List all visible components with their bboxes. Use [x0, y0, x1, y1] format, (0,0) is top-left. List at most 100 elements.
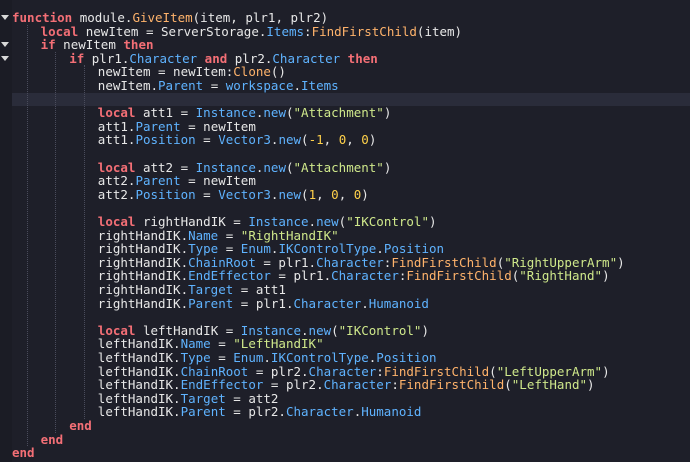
function-token: FindFirstChild	[406, 268, 512, 284]
identifier-token: )	[383, 159, 392, 175]
current-line-highlight	[12, 92, 690, 107]
fold-arrow-icon[interactable]	[1, 15, 9, 20]
property-token: new	[263, 105, 286, 121]
indent-guide	[83, 65, 85, 419]
indent-guide	[26, 24, 28, 447]
code-line[interactable]: rightHandIK.Name = "RightHandIK"	[98, 228, 339, 243]
identifier-token: (	[285, 105, 294, 121]
property-token: new	[263, 159, 286, 175]
property-token: Character	[323, 377, 392, 393]
code-line[interactable]: att1.Parent = newItem	[98, 119, 256, 134]
code-line[interactable]: newItem.Parent = workspace.Items	[98, 79, 339, 93]
code-line[interactable]: if plr1.Character and plr2.Character the…	[69, 50, 378, 66]
keyword-token: if	[40, 37, 56, 53]
identifier-token: =	[195, 186, 219, 202]
identifier-token	[340, 51, 348, 66]
identifier-token: .	[293, 78, 302, 93]
code-line[interactable]: end	[41, 432, 64, 447]
code-line[interactable]: leftHandIK.Name = "LeftHandIK"	[98, 337, 324, 351]
identifier-token: = plr1.	[233, 295, 294, 311]
fold-arrow-icon[interactable]	[1, 42, 9, 48]
string-token: "IKControl"	[338, 322, 422, 338]
code-editor[interactable]: function module.GiveItem(item, plr1, plr…	[0, 0, 690, 462]
identifier-token: )	[428, 214, 437, 229]
identifier-token: (	[504, 377, 512, 393]
string-token: "IKControl"	[346, 214, 429, 229]
identifier-token: att2.	[97, 186, 136, 202]
property-token: new	[278, 132, 302, 148]
identifier-token: =	[195, 132, 219, 148]
identifier-token: )	[383, 105, 392, 121]
code-line[interactable]: att2.Parent = newItem	[98, 174, 256, 188]
code-line[interactable]: leftHandIK.Parent = plr2.Character.Human…	[98, 405, 422, 419]
string-token: "Attachment"	[293, 159, 384, 175]
identifier-token: (item)	[416, 23, 463, 39]
property-token: workspace	[225, 78, 294, 93]
function-token: FindFirstChild	[398, 377, 505, 393]
code-line[interactable]: local att2 = Instance.new("Attachment")	[98, 159, 392, 175]
code-line[interactable]: local newItem = ServerStorage.Items:Find…	[41, 23, 463, 39]
property-token: new	[278, 186, 302, 202]
code-line[interactable]: end	[69, 419, 92, 433]
identifier-token: (	[285, 159, 294, 175]
identifier-token: (	[301, 132, 309, 148]
property-token: Parent	[158, 78, 204, 93]
code-line[interactable]: leftHandIK.Target = att2	[98, 391, 279, 406]
code-line[interactable]: local rightHandIK = Instance.new("IKCont…	[98, 215, 437, 229]
code-line[interactable]: att2.Position = Vector3.new(1, 0, 0)	[97, 186, 369, 202]
string-token: "Attachment"	[293, 105, 384, 121]
function-token: FindFirstChild	[311, 23, 417, 39]
property-token: Humanoid	[361, 404, 422, 420]
identifier-token: )	[602, 268, 610, 284]
code-line[interactable]: end	[12, 446, 35, 460]
identifier-token: )	[587, 377, 595, 393]
identifier-token: )	[602, 363, 610, 379]
number-token: 1	[308, 186, 317, 202]
identifier-token: ,	[338, 186, 354, 202]
string-token: "RightHand"	[519, 268, 603, 284]
identifier-token: ,	[346, 132, 362, 148]
code-line[interactable]: leftHandIK.EndEffector = plr2.Character:…	[98, 378, 595, 392]
identifier-token: )	[368, 132, 377, 148]
code-line[interactable]: local att1 = Instance.new("Attachment")	[98, 106, 392, 120]
identifier-token: ,	[316, 186, 332, 202]
code-line[interactable]: function module.GiveItem(item, plr1, plr…	[12, 11, 328, 25]
code-line[interactable]: att1.Position = Vector3.new(-1, 0, 0)	[98, 133, 377, 147]
code-line[interactable]: rightHandIK.ChainRoot = plr1.Character:F…	[98, 255, 625, 270]
property-token: Items	[301, 78, 339, 93]
identifier-token: leftHandIK.	[97, 404, 181, 420]
code-line[interactable]: newItem = newItem:Clone()	[98, 65, 286, 79]
number-token: -1	[308, 132, 324, 148]
code-line[interactable]: leftHandIK.ChainRoot = plr2.Character:Fi…	[98, 363, 610, 379]
code-line[interactable]: rightHandIK.Parent = plr1.Character.Huma…	[97, 295, 429, 311]
fold-arrow-icon[interactable]	[1, 55, 9, 61]
string-token: "LeftHand"	[511, 377, 588, 393]
identifier-token: rightHandIK.	[97, 295, 189, 311]
property-token: Items	[266, 23, 305, 39]
number-token: 0	[331, 186, 339, 202]
code-line[interactable]: rightHandIK.Target = att1	[98, 283, 286, 297]
identifier-token: .	[361, 295, 369, 311]
property-token: Humanoid	[368, 295, 429, 311]
keyword-token: end	[69, 418, 92, 433]
code-line[interactable]: local leftHandIK = Instance.new("IKContr…	[98, 322, 429, 338]
identifier-token: ,	[323, 132, 339, 148]
identifier-token: (	[301, 186, 309, 202]
identifier-token: (	[331, 322, 339, 338]
keyword-token: then	[347, 50, 378, 66]
property-token: Vector3	[218, 186, 271, 202]
code-line[interactable]: if newItem then	[41, 38, 154, 52]
property-token: Parent	[180, 404, 226, 420]
identifier-token: =	[203, 78, 226, 93]
indent-guide	[55, 51, 57, 433]
code-line[interactable]: leftHandIK.Type = Enum.IKControlType.Pos…	[98, 351, 437, 365]
property-token: Character	[331, 268, 399, 284]
identifier-token: :	[391, 377, 399, 393]
property-token: Vector3	[218, 132, 271, 148]
property-token: Character	[293, 295, 362, 311]
code-line[interactable]: rightHandIK.Type = Enum.IKControlType.Po…	[98, 242, 444, 256]
identifier-token: = plr2.	[225, 404, 286, 420]
fold-gutter	[0, 0, 12, 462]
keyword-token: if	[69, 50, 85, 66]
code-line[interactable]: rightHandIK.EndEffector = plr1.Character…	[98, 269, 610, 283]
